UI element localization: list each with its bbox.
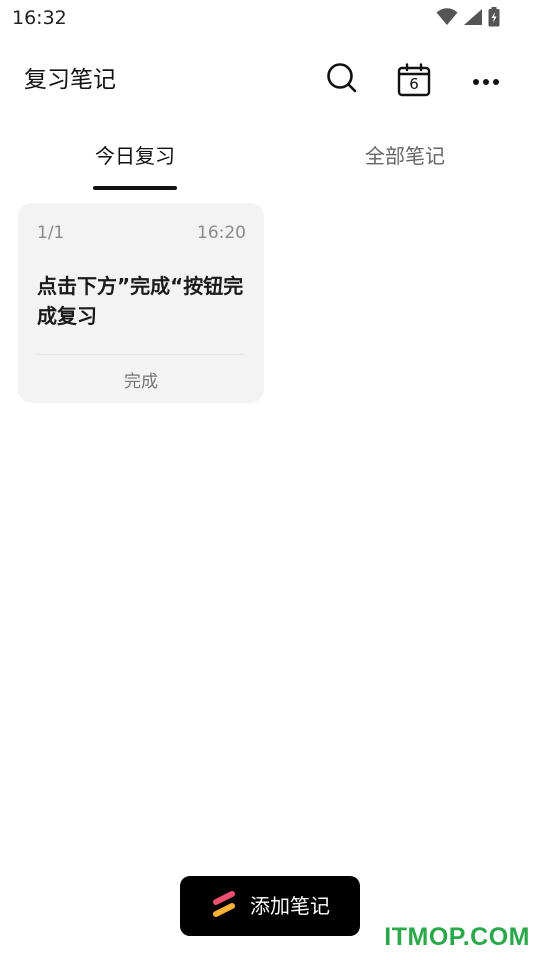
tab-bar: 今日复习 全部笔记: [0, 130, 540, 192]
calendar-button[interactable]: 6: [392, 58, 436, 102]
more-options-button[interactable]: [464, 58, 508, 102]
tab-today-review[interactable]: 今日复习: [0, 130, 270, 192]
add-note-button[interactable]: 添加笔记: [180, 876, 360, 936]
note-card[interactable]: 1/1 16:20 点击下方”完成“按钮完成复习 完成: [18, 203, 264, 403]
page-title: 复习笔记: [24, 67, 116, 93]
app-bar: 复习笔记 6: [0, 52, 540, 108]
note-time: 16:20: [197, 223, 246, 243]
note-text: 点击下方”完成“按钮完成复习: [37, 274, 244, 328]
add-note-label: 添加笔记: [250, 894, 330, 918]
tab-label: 全部笔记: [365, 144, 445, 168]
status-icons: [436, 6, 500, 28]
status-time: 16:32: [12, 7, 67, 29]
search-icon: [326, 62, 358, 98]
more-icon: [472, 71, 500, 90]
watermark: ITMOP.COM: [384, 923, 530, 951]
status-bar: 16:32: [0, 0, 540, 36]
tab-all-notes[interactable]: 全部笔记: [270, 130, 540, 192]
battery-charging-icon: [488, 7, 500, 27]
search-button[interactable]: [320, 58, 364, 102]
tab-active-indicator: [93, 186, 177, 190]
tab-label: 今日复习: [95, 144, 175, 168]
wifi-icon: [436, 8, 458, 26]
calendar-icon: 6: [397, 63, 431, 97]
calendar-day: 6: [409, 75, 419, 93]
brand-stripes-icon: [210, 890, 238, 922]
cellular-signal-icon: [463, 8, 483, 26]
done-button[interactable]: 完成: [18, 355, 264, 403]
note-index: 1/1: [37, 223, 65, 243]
